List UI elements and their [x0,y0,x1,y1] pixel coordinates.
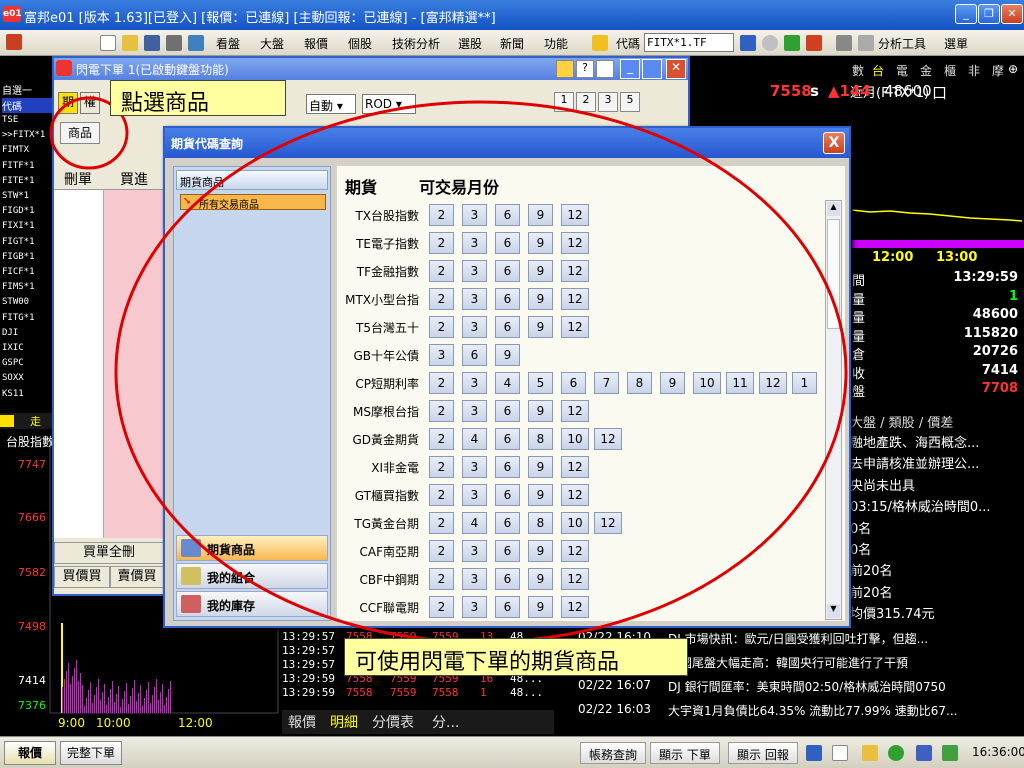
external-icon[interactable] [832,745,848,761]
lock-icon[interactable] [862,745,878,761]
show-report-button[interactable]: 顯示 回報 [728,742,798,764]
show-order-button[interactable]: 顯示 下單 [650,742,720,764]
callout-select-product: 點選商品 [110,80,286,116]
connection-icon[interactable] [888,745,904,761]
chart-icon[interactable] [916,745,932,761]
refresh-icon[interactable] [942,745,958,761]
account-query-button[interactable]: 帳務查詢 [580,742,647,764]
callout-flash-products: 可使用閃電下單的期貨商品 [344,638,688,676]
clock: 16:36:00 [972,745,1024,759]
tab-quote-bottom[interactable]: 報價 [4,741,56,765]
dialog-highlight-ellipse [114,100,848,644]
status-bar: 報價 完整下單 帳務查詢 顯示 下單 顯示 回報 16:36:00 [0,736,1024,768]
tab-full-order[interactable]: 完整下單 [60,741,122,765]
calendar-icon[interactable] [806,745,822,761]
